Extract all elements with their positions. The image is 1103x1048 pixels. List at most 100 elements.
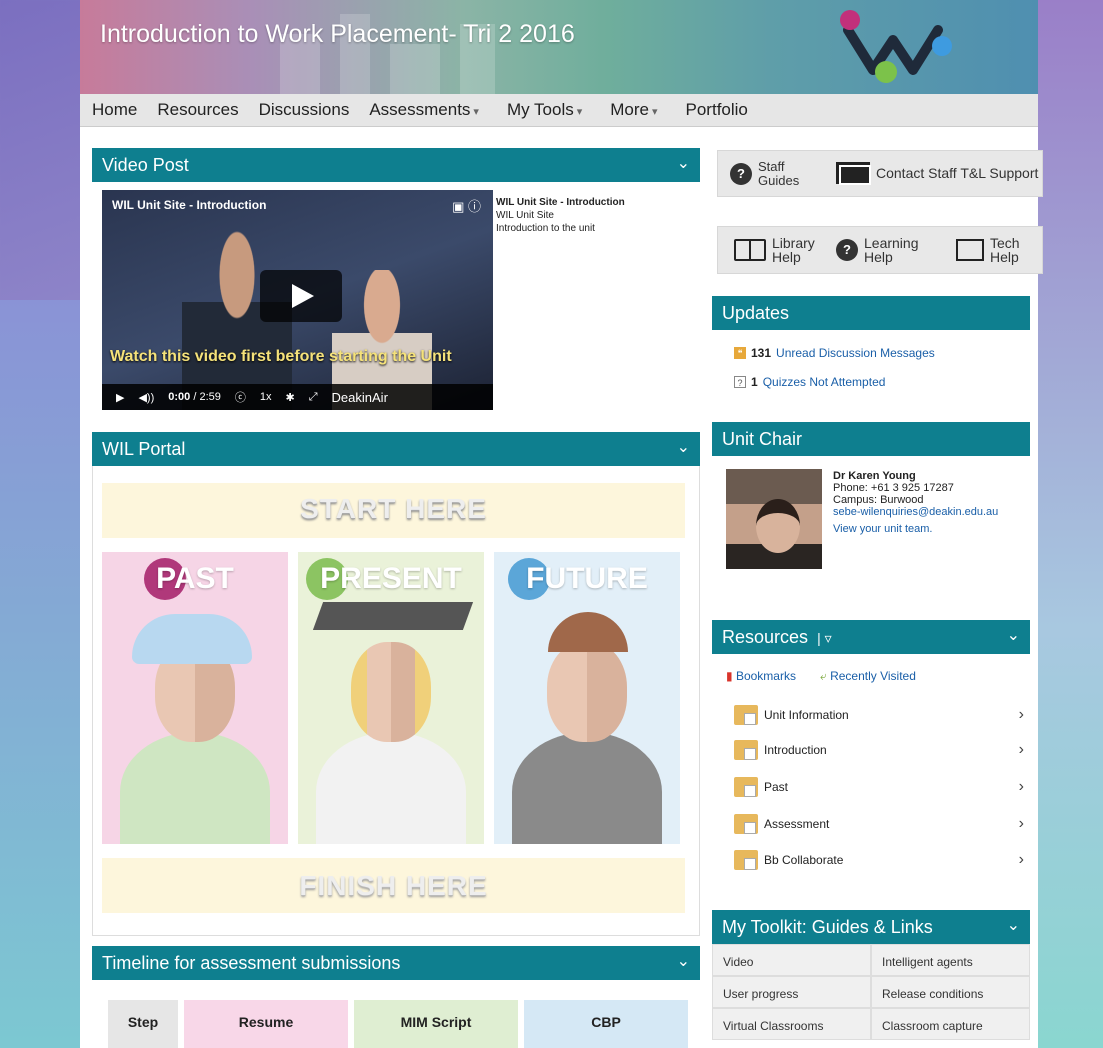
- update-discussions[interactable]: ❝ 131 Unread Discussion Messages: [734, 346, 935, 360]
- library-help-link[interactable]: Library Help: [734, 236, 820, 264]
- video-info-icons[interactable]: ▣ ⓘ: [452, 196, 481, 215]
- resource-item[interactable]: Unit Information ›: [734, 700, 1024, 730]
- fullscreen-icon[interactable]: ⤢: [309, 391, 318, 404]
- chevron-right-icon: ›: [1018, 778, 1024, 795]
- video-player[interactable]: WIL Unit Site - Introduction ▣ ⓘ Watch t…: [102, 190, 493, 410]
- video-meta-line1: WIL Unit Site: [496, 210, 554, 221]
- settings-icon[interactable]: ✱: [286, 391, 295, 404]
- resources-title: Resources: [722, 627, 809, 647]
- tile-past[interactable]: PAST: [102, 552, 288, 844]
- resource-item[interactable]: Introduction ›: [734, 735, 1024, 765]
- video-time-total: / 2:59: [193, 391, 221, 403]
- toolkit-link[interactable]: Virtual Classrooms: [712, 1008, 871, 1040]
- view-unit-team-link[interactable]: View your unit team.: [833, 523, 932, 535]
- chevron-down-icon[interactable]: ⌄: [677, 437, 690, 457]
- toolkit-link[interactable]: User progress: [712, 976, 871, 1008]
- nav-home[interactable]: Home: [92, 100, 137, 120]
- recently-visited-link[interactable]: ⤶ Recently Visited: [820, 669, 916, 684]
- chevron-down-icon[interactable]: ⌄: [677, 951, 690, 971]
- site-banner: Introduction to Work Placement- Tri 2 20…: [80, 0, 1038, 94]
- video-time-current: 0:00: [168, 391, 191, 403]
- timeline-table: Step Resume MIM Script CBP: [108, 1000, 698, 1048]
- bookmark-icon: ▮: [726, 669, 733, 683]
- resources-header[interactable]: Resources | ▿ ⌄: [712, 620, 1030, 654]
- updates-header: Updates: [712, 296, 1030, 330]
- tile-present[interactable]: PRESENT: [298, 552, 484, 844]
- resource-label: Assessment: [764, 817, 830, 831]
- unit-chair-campus: Campus: Burwood: [833, 494, 924, 506]
- update-label: Quizzes Not Attempted: [762, 375, 886, 389]
- wil-portal-header[interactable]: WIL Portal ⌄: [92, 432, 700, 466]
- staff-guides-link[interactable]: ? Staff Guides: [730, 160, 820, 188]
- chevron-right-icon: ›: [1018, 706, 1024, 723]
- start-here-banner[interactable]: START HERE: [102, 483, 685, 538]
- toolkit-link[interactable]: Release conditions: [871, 976, 1030, 1008]
- caret-down-icon: ▾: [651, 106, 658, 118]
- nav-portfolio[interactable]: Portfolio: [686, 100, 748, 120]
- toolkit-link[interactable]: Classroom capture: [871, 1008, 1030, 1040]
- contact-support-label: Contact Staff T&L Support: [876, 165, 1039, 181]
- nav-my-tools[interactable]: My Tools ▾: [507, 100, 582, 120]
- bookmarks-link[interactable]: ▮ Bookmarks: [726, 669, 796, 684]
- recent-icon: ⤶: [819, 669, 827, 683]
- chevron-right-icon: ›: [1018, 851, 1024, 868]
- chevron-down-icon[interactable]: ⌄: [1007, 915, 1020, 935]
- top-nav: Home Resources Discussions Assessments ▾ …: [80, 94, 1038, 127]
- resources-menu-icon[interactable]: | ▿: [817, 630, 832, 646]
- nav-more[interactable]: More ▾: [610, 100, 657, 120]
- folder-icon: [734, 705, 758, 725]
- background-shape-right: [1038, 0, 1103, 1048]
- video-meta-title: WIL Unit Site - Introduction: [496, 197, 625, 208]
- video-caption: Watch this video first before starting t…: [110, 348, 452, 365]
- site-logo-icon: [840, 10, 952, 83]
- bookmarks-label: Bookmarks: [735, 669, 796, 683]
- book-icon: [734, 239, 766, 261]
- quote-icon: ❝: [734, 347, 746, 359]
- resource-item[interactable]: Past ›: [734, 772, 1024, 802]
- unit-chair-email[interactable]: sebe-wilenquiries@deakin.edu.au: [833, 506, 998, 518]
- update-quizzes[interactable]: ? 1 Quizzes Not Attempted: [734, 375, 885, 389]
- video-player-title: WIL Unit Site - Introduction: [112, 198, 267, 212]
- unit-chair-photo: [726, 469, 822, 569]
- toolkit-link[interactable]: Intelligent agents: [871, 944, 1030, 976]
- resource-item[interactable]: Assessment ›: [734, 809, 1024, 839]
- cap-icon: [132, 614, 252, 664]
- update-count: 1: [751, 375, 758, 389]
- volume-icon[interactable]: ◀)): [138, 391, 154, 404]
- unit-chair-phone: Phone: +61 3 925 17287: [833, 482, 954, 494]
- toolkit-header[interactable]: My Toolkit: Guides & Links ⌄: [712, 910, 1030, 944]
- deakinair-brand[interactable]: DeakinAir: [332, 390, 388, 405]
- learning-help-link[interactable]: ? Learning Help: [836, 236, 924, 264]
- timeline-header[interactable]: Timeline for assessment submissions ⌄: [92, 946, 700, 980]
- folder-icon: [734, 814, 758, 834]
- captions-icon[interactable]: ⓒ: [235, 389, 246, 405]
- caret-down-icon: ▾: [576, 106, 583, 118]
- help-icon: ?: [836, 239, 858, 261]
- figure-body: [120, 732, 270, 844]
- resource-item[interactable]: Bb Collaborate ›: [734, 845, 1024, 875]
- tech-help-link[interactable]: Tech Help: [956, 236, 1026, 264]
- figure-body: [512, 732, 662, 844]
- unit-chair-info: Dr Karen Young Phone: +61 3 925 17287 Ca…: [833, 470, 998, 540]
- chevron-down-icon[interactable]: ⌄: [677, 153, 690, 173]
- nav-assessments[interactable]: Assessments ▾: [369, 100, 479, 120]
- finish-here-banner[interactable]: FINISH HERE: [102, 858, 685, 913]
- play-icon[interactable]: ▶: [116, 391, 124, 404]
- tile-past-label: PAST: [156, 562, 234, 595]
- tile-future-label: FUTURE: [526, 562, 648, 595]
- nav-resources[interactable]: Resources: [157, 100, 238, 120]
- resource-label: Introduction: [764, 743, 827, 757]
- toolkit-link[interactable]: Video: [712, 944, 871, 976]
- folder-icon: [734, 740, 758, 760]
- site-title: Introduction to Work Placement- Tri 2 20…: [100, 20, 575, 48]
- contact-support-link[interactable]: Contact Staff T&L Support: [836, 162, 1039, 185]
- play-button[interactable]: [260, 270, 342, 322]
- wil-portal-title: WIL Portal: [102, 439, 186, 459]
- video-post-header[interactable]: Video Post ⌄: [92, 148, 700, 182]
- video-meta-line2: Introduction to the unit: [496, 223, 595, 234]
- nav-discussions[interactable]: Discussions: [259, 100, 350, 120]
- tile-future[interactable]: FUTURE: [494, 552, 680, 844]
- learning-help-label: Learning Help: [864, 235, 919, 265]
- chevron-down-icon[interactable]: ⌄: [1007, 625, 1020, 645]
- speed-button[interactable]: 1x: [260, 391, 272, 403]
